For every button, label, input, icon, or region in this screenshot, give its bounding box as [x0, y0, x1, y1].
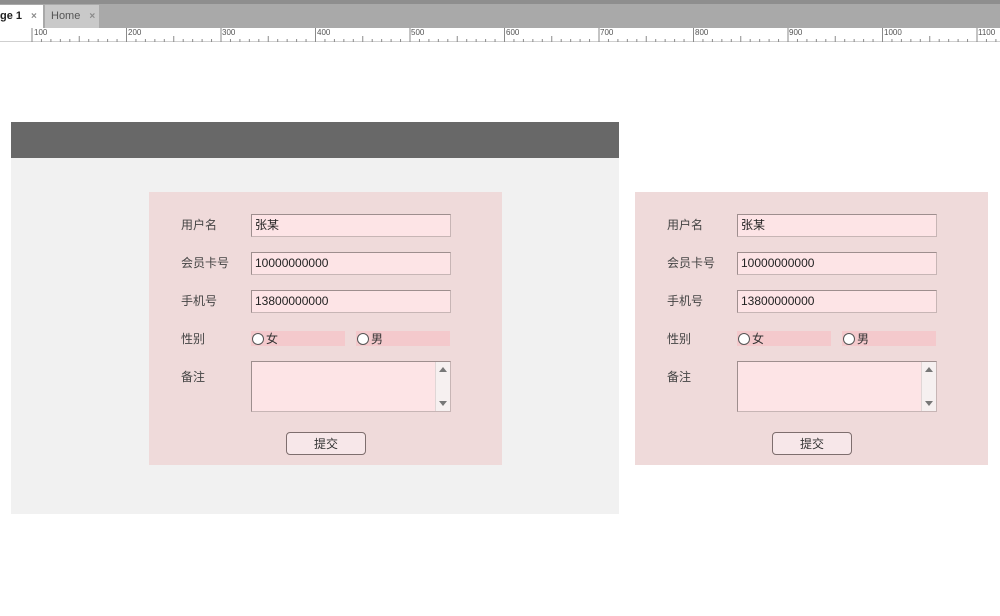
tab-bar-strip — [0, 0, 1000, 4]
submit-button[interactable]: 提交 — [772, 432, 852, 455]
ruler-label: 1100 — [978, 28, 996, 37]
scroll-down-icon[interactable] — [439, 401, 447, 406]
radio-circle-icon — [252, 332, 264, 345]
phone-field[interactable]: 13800000000 — [737, 290, 937, 313]
tab-label: ge 1 — [0, 10, 23, 22]
card-number-label: 会员卡号 — [667, 256, 716, 270]
phone-field[interactable]: 13800000000 — [251, 290, 451, 313]
ruler-label: 800 — [695, 28, 709, 37]
username-field[interactable]: 张某 — [251, 214, 451, 237]
radio-circle-icon — [738, 332, 750, 345]
tab-home[interactable]: Home × — [45, 5, 99, 28]
ruler-label: 500 — [411, 28, 425, 37]
ruler-label: 700 — [600, 28, 614, 37]
tab-label: Home — [51, 10, 81, 22]
ruler-ticks — [31, 28, 997, 42]
gender-label: 性别 — [181, 332, 206, 346]
scroll-up-icon[interactable] — [439, 367, 447, 372]
card-number-field[interactable]: 10000000000 — [251, 252, 451, 275]
ruler-label: 400 — [317, 28, 331, 37]
notes-label: 备注 — [181, 370, 206, 384]
radio-circle-icon — [843, 332, 855, 345]
gender-female-radio[interactable]: 女 — [251, 331, 345, 346]
submit-button[interactable]: 提交 — [286, 432, 366, 455]
member-form-card: 用户名 张某 会员卡号 10000000000 手机号 13800000000 … — [635, 192, 988, 465]
gender-label: 性别 — [667, 332, 692, 346]
radio-circle-icon — [357, 332, 369, 345]
notes-label: 备注 — [667, 370, 692, 384]
ruler-label: 900 — [789, 28, 803, 37]
gender-male-radio[interactable]: 男 — [356, 331, 450, 346]
phone-label: 手机号 — [667, 294, 704, 308]
radio-label: 女 — [752, 332, 765, 346]
scroll-down-icon[interactable] — [925, 401, 933, 406]
ruler-label: 300 — [222, 28, 236, 37]
close-icon[interactable]: × — [31, 5, 37, 28]
radio-label: 男 — [857, 332, 870, 346]
close-icon[interactable]: × — [89, 5, 95, 28]
phone-label: 手机号 — [181, 294, 218, 308]
card-number-field[interactable]: 10000000000 — [737, 252, 937, 275]
gender-male-radio[interactable]: 男 — [842, 331, 936, 346]
username-field[interactable]: 张某 — [737, 214, 937, 237]
gender-female-radio[interactable]: 女 — [737, 331, 831, 346]
ruler-label: 600 — [506, 28, 520, 37]
ruler-label: 200 — [128, 28, 142, 37]
radio-label: 女 — [266, 332, 279, 346]
radio-label: 男 — [371, 332, 384, 346]
member-form-card: 用户名 张某 会员卡号 10000000000 手机号 13800000000 … — [149, 192, 502, 465]
horizontal-ruler: 100 200 300 400 500 600 700 800 900 1000… — [0, 28, 1000, 42]
tab-page-1[interactable]: ge 1 × — [0, 5, 43, 28]
notes-textarea[interactable] — [251, 361, 451, 412]
scrollbar[interactable] — [921, 362, 936, 411]
username-label: 用户名 — [667, 218, 704, 232]
scroll-up-icon[interactable] — [925, 367, 933, 372]
tab-bar: ge 1 × Home × — [0, 0, 1000, 28]
username-label: 用户名 — [181, 218, 218, 232]
mockup-header-bar — [11, 122, 619, 158]
scrollbar[interactable] — [435, 362, 450, 411]
ruler-label: 1000 — [884, 28, 902, 37]
notes-textarea[interactable] — [737, 361, 937, 412]
ruler-label: 100 — [34, 28, 48, 37]
card-number-label: 会员卡号 — [181, 256, 230, 270]
